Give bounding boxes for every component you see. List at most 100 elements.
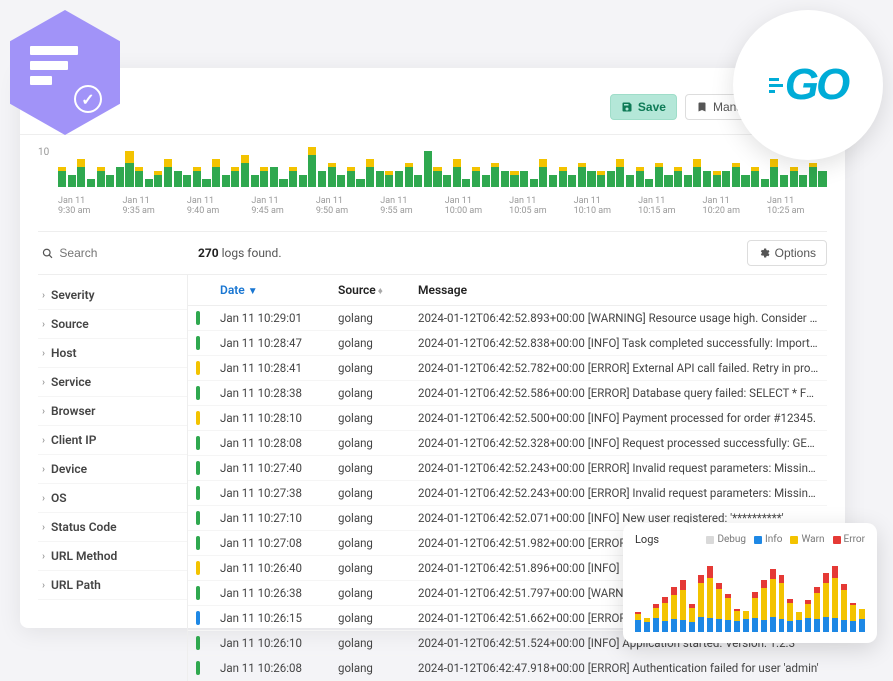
options-button[interactable]: Options: [747, 240, 827, 266]
chart-tick: Jan 119:40 am: [187, 197, 247, 217]
save-icon: [621, 101, 633, 113]
cell-source: golang: [338, 436, 410, 450]
chart-bar: [433, 167, 441, 187]
search-icon: [42, 247, 53, 260]
cell-message: 2024-01-12T06:42:52.500+00:00 [INFO] Pay…: [418, 411, 819, 425]
cell-source: golang: [338, 486, 410, 500]
chart-tick: Jan 119:30 am: [58, 197, 118, 217]
sidebar-item[interactable]: ›Device: [38, 455, 187, 484]
column-source[interactable]: Source♦: [338, 283, 410, 297]
chevron-right-icon: ›: [42, 580, 45, 591]
table-row[interactable]: Jan 11 10:28:10golang2024-01-12T06:42:52…: [188, 406, 827, 431]
table-row[interactable]: Jan 11 10:27:40golang2024-01-12T06:42:52…: [188, 456, 827, 481]
sidebar-item[interactable]: ›Browser: [38, 397, 187, 426]
chart-bar: [260, 167, 268, 187]
save-button[interactable]: Save: [610, 94, 677, 120]
sidebar-item[interactable]: ›URL Method: [38, 542, 187, 571]
sidebar-item[interactable]: ›Host: [38, 339, 187, 368]
chart-bar: [549, 175, 557, 187]
chart-bar: [722, 171, 730, 187]
chart-bar: [289, 167, 297, 187]
cell-date: Jan 11 10:27:38: [220, 486, 330, 500]
cell-message: 2024-01-12T06:42:52.328+00:00 [INFO] Req…: [418, 436, 819, 450]
mini-bar: [841, 584, 847, 632]
mini-bar: [644, 618, 650, 632]
cell-source: golang: [338, 311, 410, 325]
mini-title: Logs: [635, 533, 659, 546]
main-chart: 10 Jan 119:30 amJan 119:35 amJan 119:40 …: [38, 147, 827, 217]
chart-bar: [193, 167, 201, 187]
chart-bar: [664, 175, 672, 187]
sidebar-item[interactable]: ›OS: [38, 484, 187, 513]
toolbar: Save Manage Cr: [20, 84, 845, 135]
chart-bar: [482, 175, 490, 187]
chart-bar: [751, 167, 759, 187]
table-row[interactable]: Jan 11 10:28:41golang2024-01-12T06:42:52…: [188, 356, 827, 381]
chart-bar: [780, 175, 788, 187]
mini-bar: [707, 566, 713, 632]
mini-bar: [761, 580, 767, 632]
mini-bar: [796, 612, 802, 632]
chevron-right-icon: ›: [42, 290, 45, 301]
mini-bar: [823, 573, 829, 632]
mini-bar: [725, 594, 731, 632]
table-row[interactable]: Jan 11 10:28:08golang2024-01-12T06:42:52…: [188, 431, 827, 456]
mini-bar: [850, 603, 856, 632]
table-row[interactable]: Jan 11 10:27:38golang2024-01-12T06:42:52…: [188, 481, 827, 506]
chart-bar: [270, 167, 278, 187]
chart-tick: Jan 119:45 am: [251, 197, 311, 217]
chevron-right-icon: ›: [42, 319, 45, 330]
chart-bar: [443, 175, 451, 187]
chart-bar: [597, 171, 605, 187]
table-row[interactable]: Jan 11 10:26:08golang2024-01-12T06:42:47…: [188, 656, 827, 681]
cell-message: 2024-01-12T06:42:52.838+00:00 [INFO] Tas…: [418, 336, 819, 350]
chart-bar: [222, 175, 230, 187]
cell-date: Jan 11 10:26:15: [220, 611, 330, 625]
mini-bar: [680, 580, 686, 632]
sidebar-item[interactable]: ›Status Code: [38, 513, 187, 542]
cell-date: Jan 11 10:28:38: [220, 386, 330, 400]
chart-bar: [164, 159, 172, 187]
options-label: Options: [775, 246, 816, 260]
table-row[interactable]: Jan 11 10:29:01golang2024-01-12T06:42:52…: [188, 306, 827, 331]
cell-date: Jan 11 10:26:08: [220, 661, 330, 675]
go-logo-text: GO: [785, 60, 847, 110]
sidebar-item[interactable]: ›Client IP: [38, 426, 187, 455]
sort-icon: ♦: [378, 286, 383, 297]
cell-source: golang: [338, 661, 410, 675]
mini-bar: [787, 599, 793, 632]
chart-bar: [337, 175, 345, 187]
chart-bar: [510, 171, 518, 187]
sort-desc-icon: ▼: [248, 286, 258, 297]
chart-bar: [328, 163, 336, 187]
sidebar-item-label: URL Method: [51, 549, 117, 563]
sidebar-item[interactable]: › URL Path: [38, 571, 187, 600]
chart-bar: [318, 171, 326, 187]
table-row[interactable]: Jan 11 10:28:47golang2024-01-12T06:42:52…: [188, 331, 827, 356]
mini-bar: [752, 592, 758, 632]
table-row[interactable]: Jan 11 10:28:38golang2024-01-12T06:42:52…: [188, 381, 827, 406]
severity-indicator: [196, 411, 200, 425]
sidebar-item-label: Service: [51, 375, 91, 389]
chart-bar: [713, 171, 721, 187]
chart-bar: [202, 179, 210, 187]
sidebar-item[interactable]: ›Service: [38, 368, 187, 397]
chart-bar: [97, 167, 105, 187]
sidebar-item[interactable]: ›Severity: [38, 281, 187, 310]
sidebar-item[interactable]: ›Source: [38, 310, 187, 339]
chart-tick: Jan 1110:25 am: [767, 197, 827, 217]
cell-date: Jan 11 10:27:10: [220, 511, 330, 525]
chart-bar: [251, 175, 259, 187]
sidebar-item-label: URL Path: [51, 578, 101, 592]
chart-bar: [376, 171, 384, 187]
legend-debug: Debug: [706, 534, 746, 545]
search-input[interactable]: [59, 246, 184, 260]
cell-source: golang: [338, 386, 410, 400]
chart-bar: [578, 163, 586, 187]
column-date[interactable]: Date ▼: [220, 283, 330, 297]
sidebar-item-label: Host: [51, 346, 77, 360]
chart-tick: Jan 1110:10 am: [574, 197, 634, 217]
mini-bar: [671, 587, 677, 632]
chevron-right-icon: ›: [42, 435, 45, 446]
save-label: Save: [638, 100, 666, 114]
